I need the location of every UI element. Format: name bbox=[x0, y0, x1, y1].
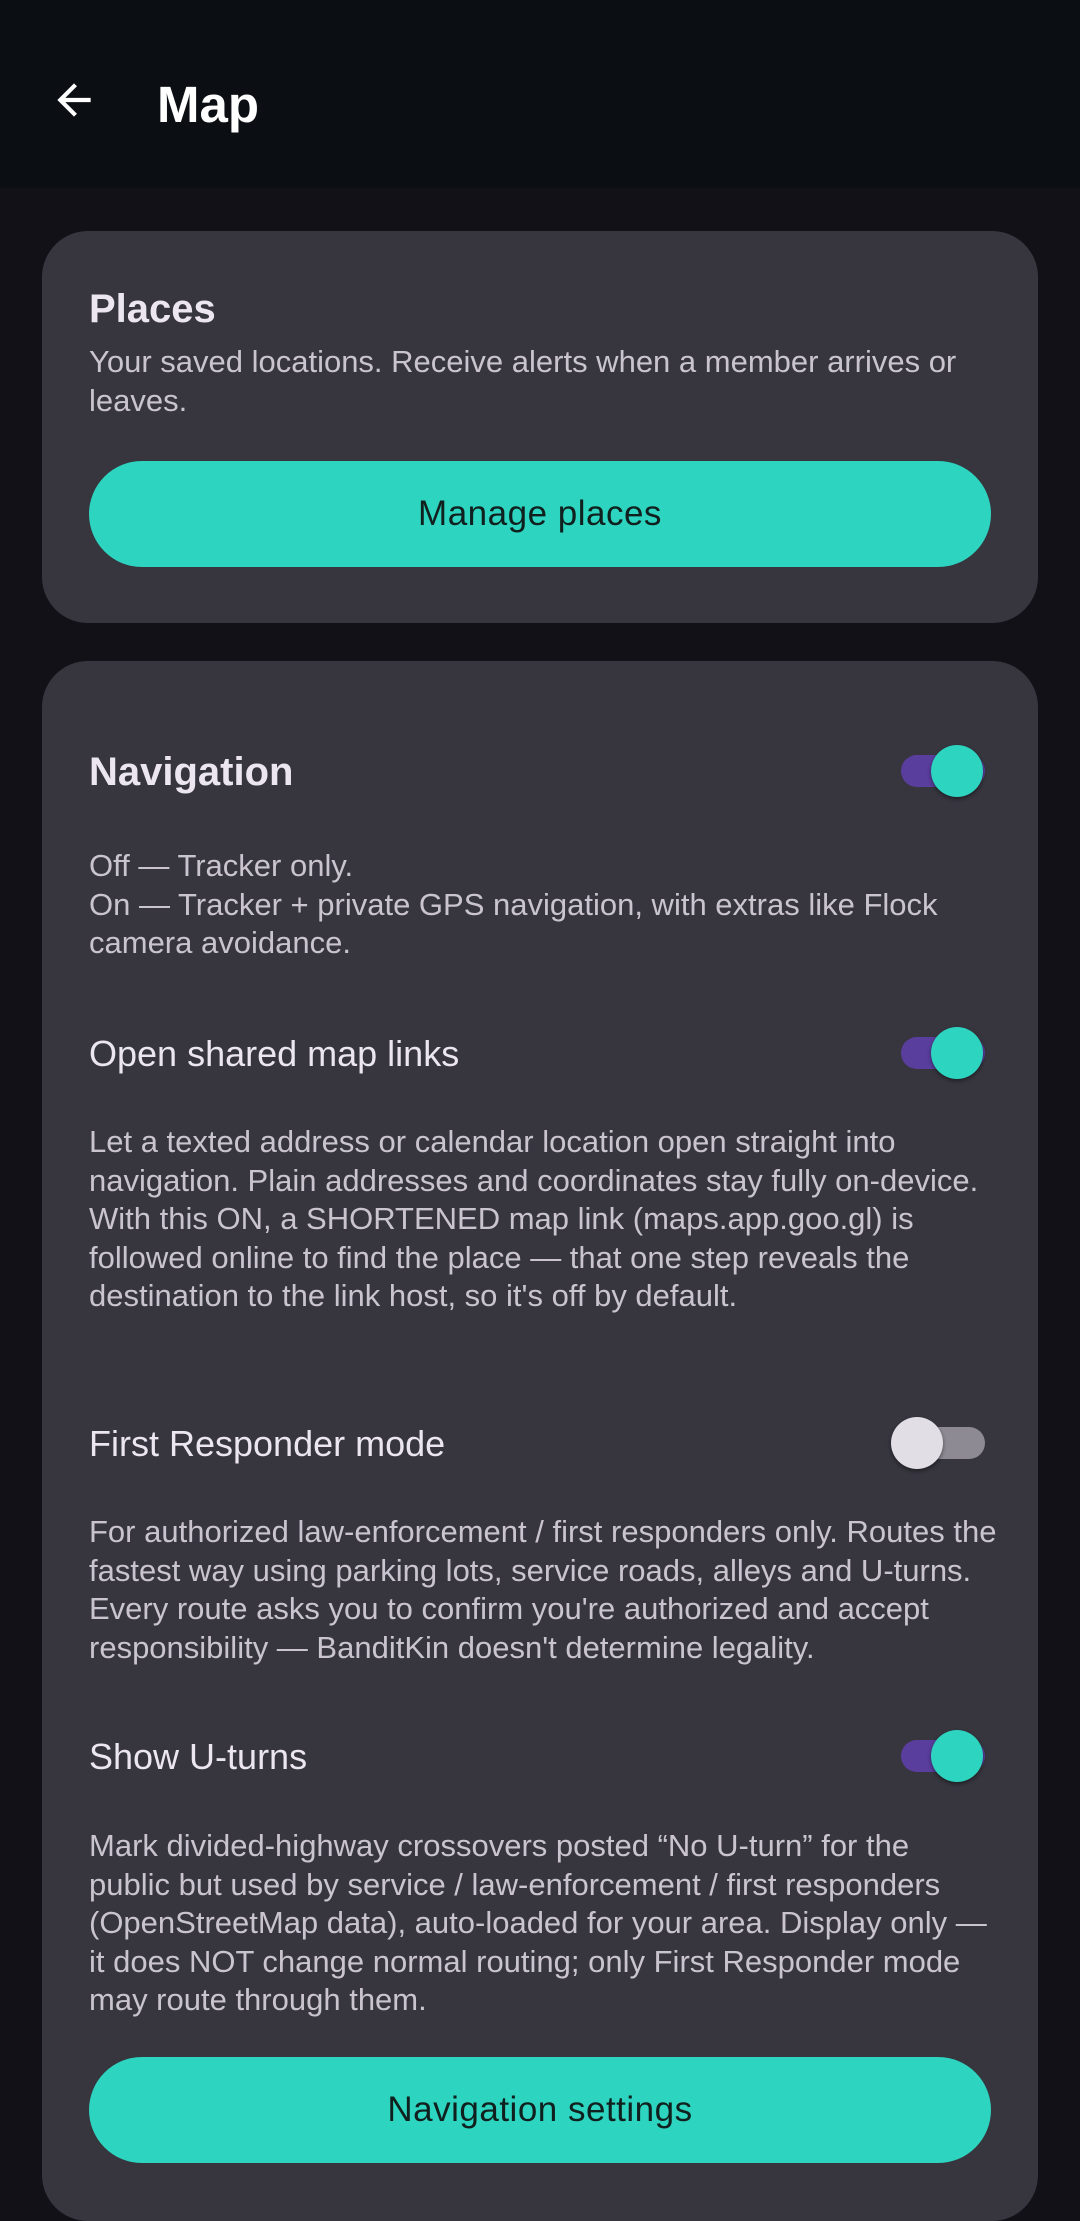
navigation-card: Navigation Off — Tracker only. On — Trac… bbox=[42, 661, 1038, 2221]
switch-thumb bbox=[931, 1027, 983, 1079]
manage-places-button[interactable]: Manage places bbox=[89, 461, 991, 567]
switch-thumb bbox=[891, 1417, 943, 1469]
switch-thumb bbox=[931, 745, 983, 797]
arrow-back-icon bbox=[57, 83, 91, 117]
places-title: Places bbox=[89, 287, 216, 331]
page-title: Map bbox=[157, 76, 259, 133]
open-shared-map-links-description: Let a texted address or calendar locatio… bbox=[89, 1124, 979, 1313]
navigation-title: Navigation bbox=[89, 750, 294, 794]
places-card: Places Your saved locations. Receive ale… bbox=[42, 231, 1038, 623]
show-u-turns-switch[interactable] bbox=[901, 1726, 985, 1786]
navigation-settings-button[interactable]: Navigation settings bbox=[89, 2057, 991, 2163]
open-shared-map-links-label: Open shared map links bbox=[89, 1033, 460, 1074]
navigation-switch[interactable] bbox=[901, 741, 985, 801]
navigation-description-off: Off — Tracker only. bbox=[89, 848, 354, 883]
open-shared-map-links-switch[interactable] bbox=[901, 1023, 985, 1083]
navigation-description: Off — Tracker only. On — Tracker + priva… bbox=[89, 847, 998, 963]
first-responder-mode-description: For authorized law-enforcement / first r… bbox=[89, 1514, 997, 1665]
app-bar: Map bbox=[0, 0, 1080, 188]
places-description: Your saved locations. Receive alerts whe… bbox=[89, 344, 957, 418]
first-responder-mode-label: First Responder mode bbox=[89, 1423, 446, 1464]
first-responder-mode-switch[interactable] bbox=[891, 1413, 985, 1473]
navigation-description-on: On — Tracker + private GPS navigation, w… bbox=[89, 886, 938, 961]
back-button[interactable] bbox=[32, 58, 116, 142]
switch-thumb bbox=[931, 1730, 983, 1782]
show-u-turns-description: Mark divided-highway crossovers posted “… bbox=[89, 1828, 987, 2017]
show-u-turns-label: Show U-turns bbox=[89, 1736, 308, 1777]
